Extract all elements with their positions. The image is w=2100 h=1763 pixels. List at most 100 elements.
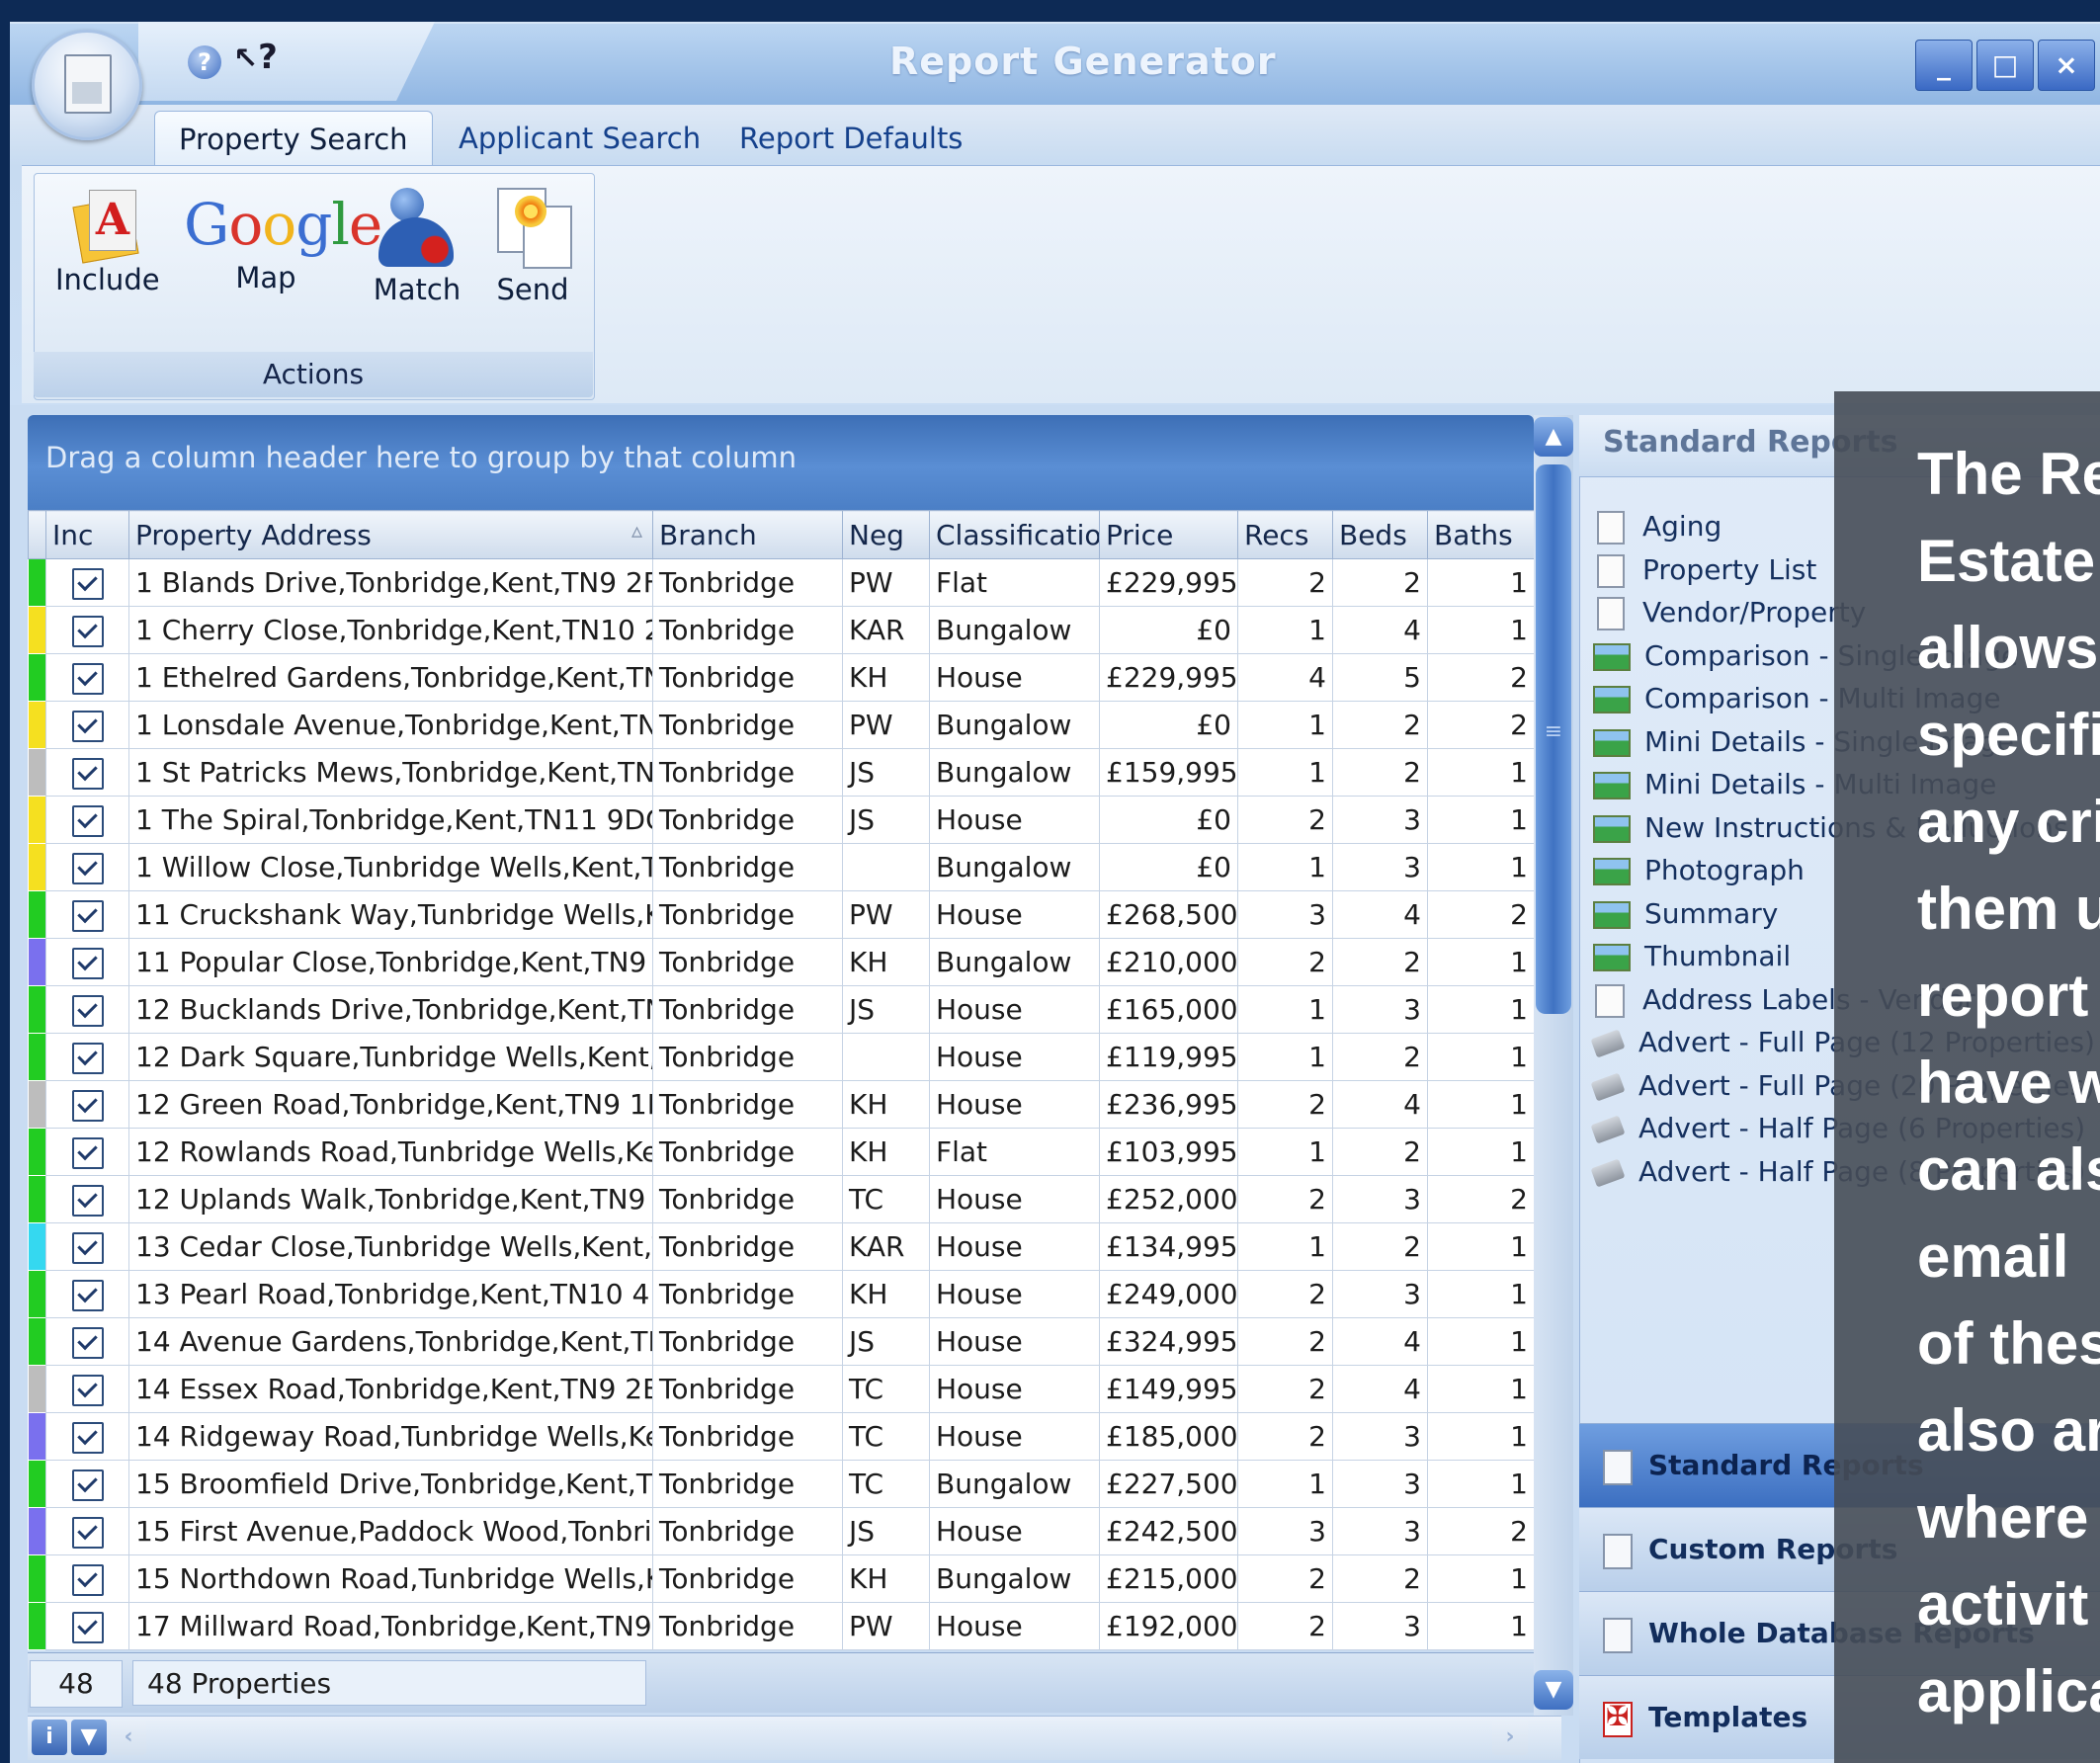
cell-address[interactable]: 14 Ridgeway Road,Tunbridge Wells,Ken bbox=[128, 1412, 653, 1461]
cell-classification[interactable]: Bungalow bbox=[929, 606, 1100, 654]
cell-baths[interactable]: 1 bbox=[1427, 606, 1535, 654]
cell-classification[interactable]: House bbox=[929, 1602, 1100, 1650]
cell-neg[interactable]: JS bbox=[842, 1507, 930, 1555]
cell-baths[interactable]: 1 bbox=[1427, 558, 1535, 607]
cell-recs[interactable]: 2 bbox=[1237, 1365, 1333, 1413]
cell-price[interactable]: £229,995 bbox=[1099, 653, 1238, 702]
cell-address[interactable]: 15 First Avenue,Paddock Wood,Tonbrid bbox=[128, 1507, 653, 1555]
report-item[interactable]: Summary bbox=[1593, 889, 1778, 939]
cell-neg[interactable]: TC bbox=[842, 1365, 930, 1413]
cell-price[interactable]: £0 bbox=[1099, 843, 1238, 891]
cell-branch[interactable]: Tonbridge bbox=[652, 1507, 843, 1555]
cell-baths[interactable]: 1 bbox=[1427, 1412, 1535, 1461]
cell-baths[interactable]: 1 bbox=[1427, 748, 1535, 797]
report-item[interactable]: Aging bbox=[1593, 502, 1722, 551]
cell-classification[interactable]: House bbox=[929, 653, 1100, 702]
cell-branch[interactable]: Tonbridge bbox=[652, 748, 843, 797]
scroll-up-icon[interactable]: ▲ bbox=[1534, 417, 1573, 457]
cell-address[interactable]: 12 Uplands Walk,Tonbridge,Kent,TN9 2S bbox=[128, 1175, 653, 1223]
include-checkbox[interactable] bbox=[71, 662, 104, 695]
cell-beds[interactable]: 3 bbox=[1332, 985, 1428, 1034]
cell-baths[interactable]: 2 bbox=[1427, 701, 1535, 749]
cell-price[interactable]: £215,000 bbox=[1099, 1554, 1238, 1603]
cell-branch[interactable]: Tonbridge bbox=[652, 1602, 843, 1650]
cell-recs[interactable]: 3 bbox=[1237, 1507, 1333, 1555]
cell-neg[interactable]: KH bbox=[842, 1270, 930, 1318]
scrollbar-thumb[interactable] bbox=[1536, 464, 1571, 1014]
table-row[interactable]: 13 Pearl Road,Tonbridge,Kent,TN10 4RL Ton… bbox=[28, 1270, 1535, 1318]
cell-recs[interactable]: 1 bbox=[1237, 1222, 1333, 1271]
cell-branch[interactable]: Tonbridge bbox=[652, 1128, 843, 1176]
cell-beds[interactable]: 2 bbox=[1332, 1554, 1428, 1603]
cell-branch[interactable]: Tonbridge bbox=[652, 1033, 843, 1081]
cell-neg[interactable]: PW bbox=[842, 701, 930, 749]
cell-beds[interactable]: 2 bbox=[1332, 748, 1428, 797]
include-checkbox[interactable] bbox=[71, 1611, 104, 1643]
cell-beds[interactable]: 2 bbox=[1332, 701, 1428, 749]
cell-classification[interactable]: House bbox=[929, 890, 1100, 939]
cell-price[interactable]: £227,500 bbox=[1099, 1460, 1238, 1508]
cell-address[interactable]: 12 Dark Square,Tunbridge Wells,Kent,TN bbox=[128, 1033, 653, 1081]
cell-neg[interactable]: KH bbox=[842, 1080, 930, 1129]
cell-baths[interactable]: 1 bbox=[1427, 1033, 1535, 1081]
cell-branch[interactable]: Tonbridge bbox=[652, 843, 843, 891]
include-checkbox[interactable] bbox=[71, 1326, 104, 1359]
cell-recs[interactable]: 2 bbox=[1237, 1270, 1333, 1318]
cell-price[interactable]: £0 bbox=[1099, 701, 1238, 749]
cell-classification[interactable]: Bungalow bbox=[929, 938, 1100, 986]
cell-branch[interactable]: Tonbridge bbox=[652, 985, 843, 1034]
cell-price[interactable]: £0 bbox=[1099, 606, 1238, 654]
include-checkbox[interactable] bbox=[71, 1279, 104, 1311]
table-row[interactable]: 12 Bucklands Drive,Tonbridge,Kent,TN10 To… bbox=[28, 985, 1535, 1034]
scroll-down-icon[interactable]: ▼ bbox=[1534, 1670, 1573, 1710]
table-row[interactable]: 1 Willow Close,Tunbridge Wells,Kent,TN To… bbox=[28, 843, 1535, 891]
include-checkbox[interactable] bbox=[71, 1374, 104, 1406]
cell-branch[interactable]: Tonbridge bbox=[652, 796, 843, 844]
include-checkbox[interactable] bbox=[71, 1563, 104, 1596]
scroll-left-icon[interactable]: ‹ bbox=[111, 1720, 146, 1755]
table-row[interactable]: 1 Ethelred Gardens,Tonbridge,Kent,TN1 Ton… bbox=[28, 653, 1535, 702]
cell-recs[interactable]: 2 bbox=[1237, 938, 1333, 986]
cell-address[interactable]: 1 St Patricks Mews,Tonbridge,Kent,TN10 bbox=[128, 748, 653, 797]
cell-baths[interactable]: 2 bbox=[1427, 1175, 1535, 1223]
cell-address[interactable]: 1 Willow Close,Tunbridge Wells,Kent,TN bbox=[128, 843, 653, 891]
cell-baths[interactable]: 2 bbox=[1427, 653, 1535, 702]
column-header-baths[interactable]: Baths bbox=[1427, 510, 1535, 559]
include-checkbox[interactable] bbox=[71, 1469, 104, 1501]
cell-neg[interactable]: JS bbox=[842, 748, 930, 797]
cell-address[interactable]: 1 Ethelred Gardens,Tonbridge,Kent,TN1 bbox=[128, 653, 653, 702]
cell-branch[interactable]: Tonbridge bbox=[652, 890, 843, 939]
cell-price[interactable]: £0 bbox=[1099, 796, 1238, 844]
report-item[interactable]: Vendor/Property bbox=[1593, 588, 1866, 637]
cell-classification[interactable]: Flat bbox=[929, 1128, 1100, 1176]
cell-price[interactable]: £249,000 bbox=[1099, 1270, 1238, 1318]
cell-classification[interactable]: House bbox=[929, 985, 1100, 1034]
include-checkbox[interactable] bbox=[71, 994, 104, 1027]
table-row[interactable]: 1 St Patricks Mews,Tonbridge,Kent,TN10 To… bbox=[28, 748, 1535, 797]
cell-baths[interactable]: 1 bbox=[1427, 1270, 1535, 1318]
cell-recs[interactable]: 1 bbox=[1237, 843, 1333, 891]
cell-beds[interactable]: 3 bbox=[1332, 1175, 1428, 1223]
filter-icon[interactable]: ▼ bbox=[71, 1720, 107, 1755]
include-checkbox[interactable] bbox=[71, 615, 104, 647]
cell-recs[interactable]: 1 bbox=[1237, 701, 1333, 749]
include-checkbox[interactable] bbox=[71, 1042, 104, 1074]
info-icon[interactable]: i bbox=[32, 1720, 67, 1755]
cell-classification[interactable]: House bbox=[929, 1270, 1100, 1318]
cell-neg[interactable]: TC bbox=[842, 1460, 930, 1508]
cell-neg[interactable]: TC bbox=[842, 1412, 930, 1461]
cell-branch[interactable]: Tonbridge bbox=[652, 701, 843, 749]
cell-recs[interactable]: 2 bbox=[1237, 1317, 1333, 1366]
match-button[interactable]: Match bbox=[370, 188, 464, 306]
tab-property-search[interactable]: Property Search bbox=[154, 111, 433, 167]
cell-baths[interactable]: 1 bbox=[1427, 1602, 1535, 1650]
include-checkbox[interactable] bbox=[71, 852, 104, 884]
report-item[interactable]: Photograph bbox=[1593, 846, 1805, 895]
application-menu-button[interactable] bbox=[32, 30, 142, 140]
cell-classification[interactable]: House bbox=[929, 1080, 1100, 1129]
cell-branch[interactable]: Tonbridge bbox=[652, 1270, 843, 1318]
close-button[interactable]: × bbox=[2038, 40, 2095, 91]
cell-address[interactable]: 11 Popular Close,Tonbridge,Kent,TN9 1L bbox=[128, 938, 653, 986]
cell-classification[interactable]: Bungalow bbox=[929, 701, 1100, 749]
cell-neg[interactable] bbox=[842, 843, 930, 891]
